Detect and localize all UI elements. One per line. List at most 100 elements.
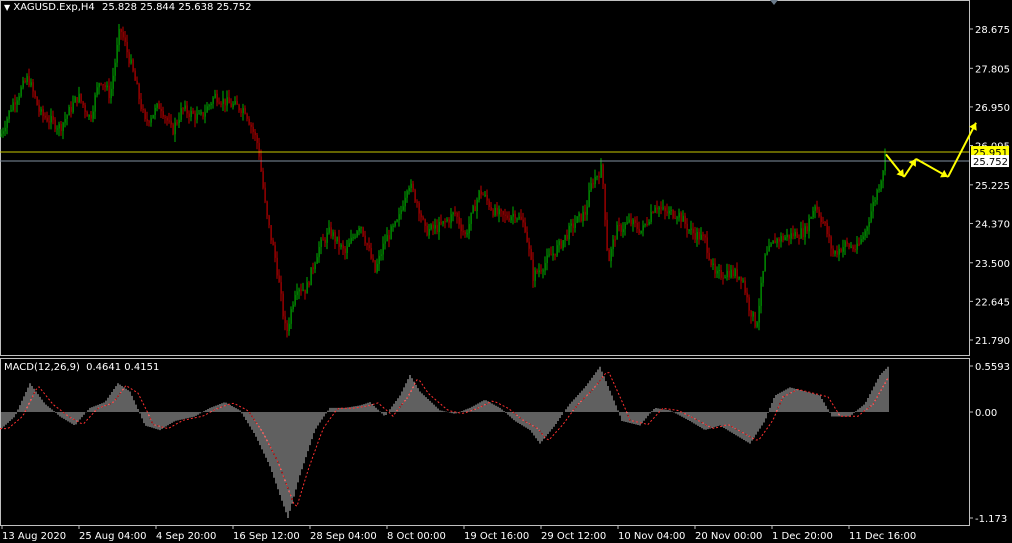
candle-body — [216, 93, 218, 103]
candle-body — [582, 211, 584, 222]
candle-body — [704, 235, 706, 238]
candle-body — [790, 233, 792, 239]
candle-body — [254, 131, 256, 136]
candle-body — [698, 231, 700, 240]
candle-body — [392, 225, 394, 227]
candle-body — [452, 212, 454, 215]
candle-body — [236, 101, 238, 105]
candle-body — [268, 215, 270, 226]
candle-body — [844, 241, 846, 248]
candle-body — [310, 267, 312, 286]
candle-body — [396, 220, 398, 222]
candle-body — [348, 243, 350, 247]
candle-body — [106, 85, 108, 88]
candle-body — [630, 219, 632, 225]
candle-body — [354, 236, 356, 238]
candle-body — [158, 103, 160, 109]
candle-body — [530, 248, 532, 260]
candle-body — [192, 110, 194, 114]
candle-body — [438, 222, 440, 233]
triangle-down-icon[interactable]: ▼ — [4, 3, 10, 12]
candle-body — [292, 304, 294, 310]
candle-body — [226, 97, 228, 106]
candle-body — [406, 191, 408, 198]
candle-body — [424, 219, 426, 226]
candle-body — [744, 280, 746, 293]
candle-body — [708, 252, 710, 260]
candle-body — [820, 216, 822, 222]
price-tick-label: 27.805 — [975, 64, 1010, 75]
candle-body — [628, 219, 630, 223]
candle-body — [390, 226, 392, 240]
candle-body — [324, 239, 326, 243]
candle-body — [368, 245, 370, 249]
ohlc-values: 25.828 25.844 25.638 25.752 — [102, 2, 252, 13]
candle-body — [690, 228, 692, 230]
candle-body — [160, 108, 162, 112]
candle-body — [864, 230, 866, 237]
candle-body — [856, 243, 858, 250]
candle-body — [180, 108, 182, 120]
candle-body — [36, 96, 38, 106]
time-tick-label: 1 Dec 20:00 — [772, 531, 833, 542]
candle-body — [870, 211, 872, 222]
candle-body — [688, 229, 690, 231]
price-tick-label: 23.500 — [975, 259, 1010, 270]
price-tick-label: 28.675 — [975, 25, 1010, 36]
candle-body — [282, 293, 284, 317]
candle-body — [408, 188, 410, 192]
candle-body — [680, 212, 682, 222]
candle-body — [524, 222, 526, 232]
candle-body — [868, 221, 870, 227]
candle-body — [766, 251, 768, 255]
candle-body — [26, 76, 28, 83]
candle-body — [56, 128, 58, 130]
candle-body — [372, 258, 374, 261]
candle-body — [592, 183, 594, 185]
candle-body — [770, 243, 772, 246]
candle-body — [548, 254, 550, 256]
candle-body — [462, 231, 464, 233]
candle-body — [520, 216, 522, 220]
candle-body — [360, 227, 362, 229]
trading-chart[interactable]: 28.67527.80526.95026.09525.22524.37023.5… — [0, 0, 1012, 543]
candle-body — [532, 259, 534, 281]
candle-body — [300, 289, 302, 291]
candle-body — [290, 309, 292, 324]
candle-body — [648, 221, 650, 225]
candle-body — [322, 239, 324, 241]
candle-body — [732, 269, 734, 277]
candle-body — [722, 277, 724, 279]
candle-body — [564, 234, 566, 241]
candle-body — [602, 164, 604, 185]
candle-body — [550, 254, 552, 256]
candle-body — [402, 206, 404, 211]
candle-body — [52, 115, 54, 120]
candle-body — [66, 115, 68, 119]
candle-body — [634, 219, 636, 223]
candle-body — [14, 102, 16, 105]
macd-header: MACD(12,26,9) 0.4641 0.4151 — [4, 362, 159, 373]
candle-body — [366, 243, 368, 246]
candle-body — [280, 282, 282, 294]
candle-body — [314, 263, 316, 270]
candle-body — [60, 123, 62, 132]
candle-body — [50, 115, 52, 123]
candle-body — [234, 101, 236, 105]
candle-body — [672, 210, 674, 218]
candle-body — [684, 215, 686, 224]
candle-body — [644, 223, 646, 226]
time-tick-label: 13 Aug 2020 — [2, 531, 66, 542]
price-axis[interactable]: 28.67527.80526.95026.09525.22524.37023.5… — [969, 25, 1010, 347]
candle-body — [496, 207, 498, 215]
candle-body — [42, 109, 44, 116]
candle-body — [44, 115, 46, 118]
candle-body — [572, 223, 574, 228]
candle-body — [760, 282, 762, 306]
candle-body — [90, 114, 92, 119]
candle-body — [816, 206, 818, 210]
candle-body — [768, 245, 770, 252]
candle-body — [686, 223, 688, 231]
candle-body — [382, 243, 384, 255]
candle-body — [238, 104, 240, 111]
